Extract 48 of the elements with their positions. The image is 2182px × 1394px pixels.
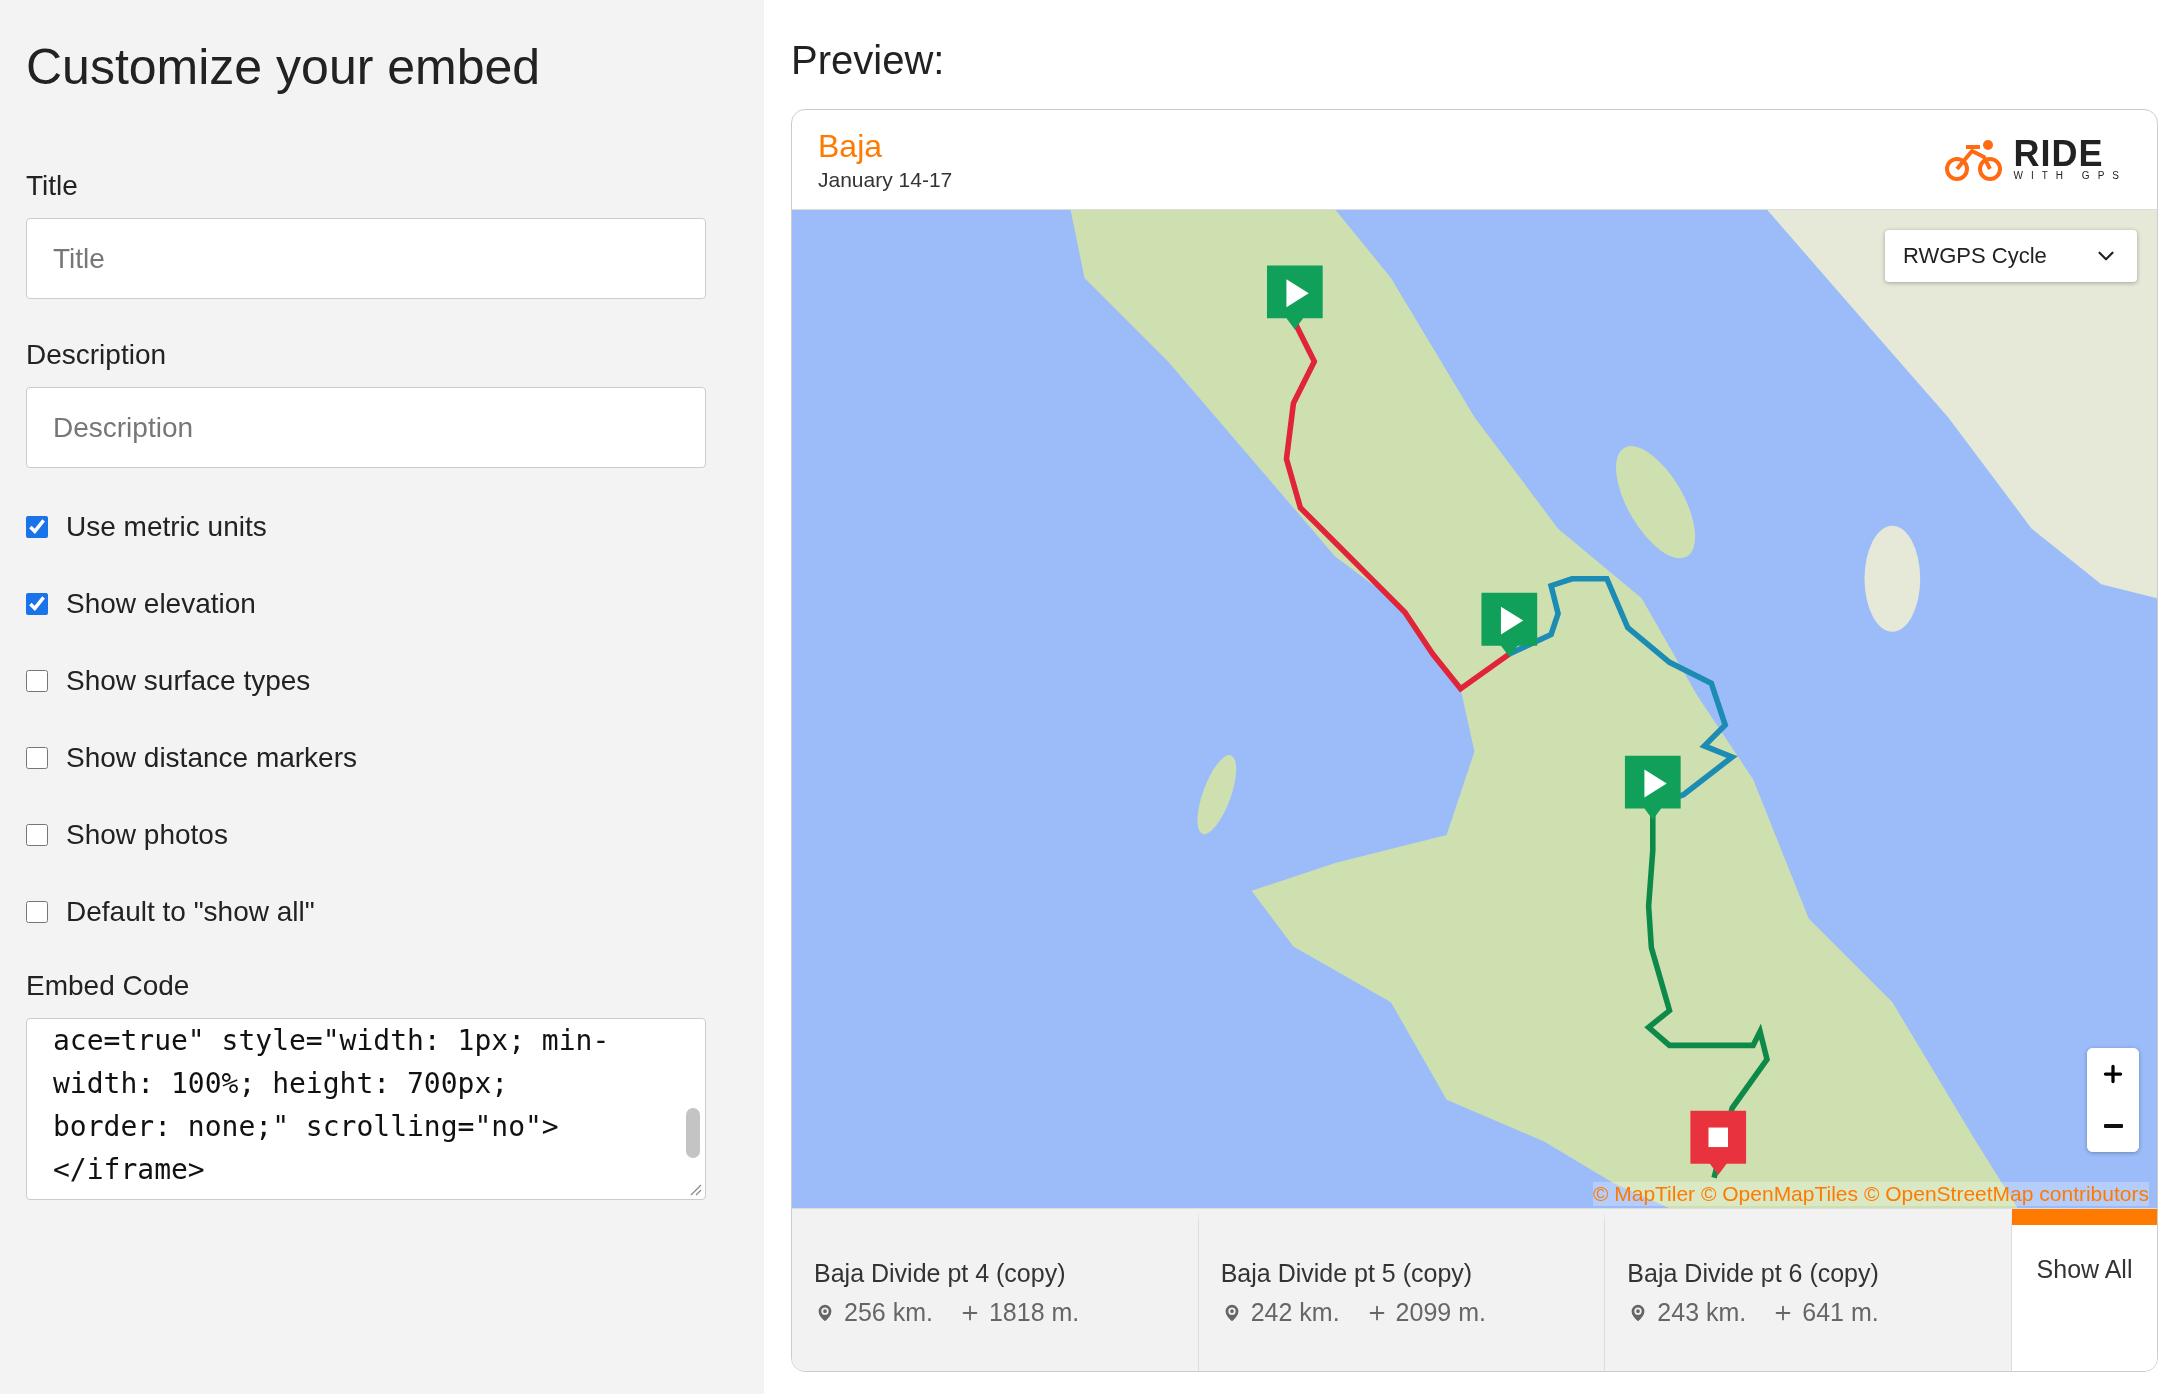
scrollbar-thumb[interactable] (686, 1108, 700, 1158)
zoom-out-button[interactable] (2087, 1100, 2139, 1152)
route-name: Baja Divide pt 5 (copy) (1220, 1259, 1474, 1288)
field-label: Description (26, 339, 168, 371)
route-elevation: 1818 m. (988, 1298, 1080, 1327)
checkbox-label: Default to "show all" (66, 895, 315, 928)
logo-tagline: WITH GPS (2013, 170, 2127, 181)
show-all-tab[interactable]: Show All (2012, 1209, 2157, 1371)
route-elevation: 2099 m. (1395, 1298, 1486, 1327)
checkbox[interactable] (26, 592, 48, 615)
embed-code-field[interactable]: ace=true" style="width: 1px; min-width: 100%; height: 700px; border: none;" scrolling="no"> </iframe> (26, 1018, 706, 1200)
checkbox[interactable] (26, 746, 48, 769)
route-tab[interactable]: Baja Divide pt 4 (copy) 256 km. 1818 m. (792, 1209, 1199, 1371)
route-name: Baja Divide pt 6 (copy) (1627, 1259, 1880, 1288)
checkbox-label: Show distance markers (66, 741, 357, 774)
play-marker-icon (1624, 755, 1681, 820)
checkbox[interactable] (26, 669, 48, 692)
checkbox[interactable] (26, 823, 48, 846)
field-label: Embed Code (26, 970, 191, 1002)
logo-wordmark: RIDE (2013, 138, 2104, 170)
preview-heading: Preview: (791, 38, 946, 83)
text-input-field[interactable]: Title (26, 218, 706, 299)
text-input-field[interactable]: Description (26, 387, 706, 468)
page-heading: Customize your embed (26, 38, 542, 96)
minus-icon (2103, 1124, 2123, 1128)
trip-date: January 14-17 (818, 167, 953, 192)
field-label: Title (26, 170, 79, 202)
route-tab[interactable]: Baja Divide pt 6 (copy) 243 km. 641 m. (1605, 1209, 2012, 1371)
checkbox-label: Show elevation (66, 587, 256, 620)
trip-title: Baja (818, 127, 884, 164)
route-distance: 243 km. (1657, 1298, 1747, 1327)
checkbox[interactable] (26, 515, 48, 538)
play-marker-icon (1481, 592, 1538, 657)
route-name: Baja Divide pt 4 (copy) (814, 1259, 1067, 1288)
resize-grip-icon[interactable] (688, 1182, 702, 1196)
route-elevation: 641 m. (1802, 1298, 1879, 1327)
route-tab[interactable]: Baja Divide pt 5 (copy) 242 km. 2099 m. (1198, 1209, 1606, 1371)
route-distance: 242 km. (1250, 1298, 1340, 1327)
play-marker-icon (1266, 265, 1323, 330)
checkbox-label: Use metric units (66, 510, 267, 543)
checkbox[interactable] (26, 900, 48, 923)
map-layer-dropdown[interactable]: RWGPS Cycle (1885, 230, 2137, 282)
route-distance: 256 km. (844, 1298, 933, 1327)
zoom-in-button[interactable] (2087, 1048, 2139, 1100)
map-attribution: © MapTiler © OpenMapTiles © OpenStreetMap contributors (1592, 1182, 2149, 1206)
checkbox-label: Show photos (66, 818, 228, 851)
checkbox-label: Show surface types (66, 664, 311, 697)
stop-marker-icon (1690, 1110, 1747, 1175)
